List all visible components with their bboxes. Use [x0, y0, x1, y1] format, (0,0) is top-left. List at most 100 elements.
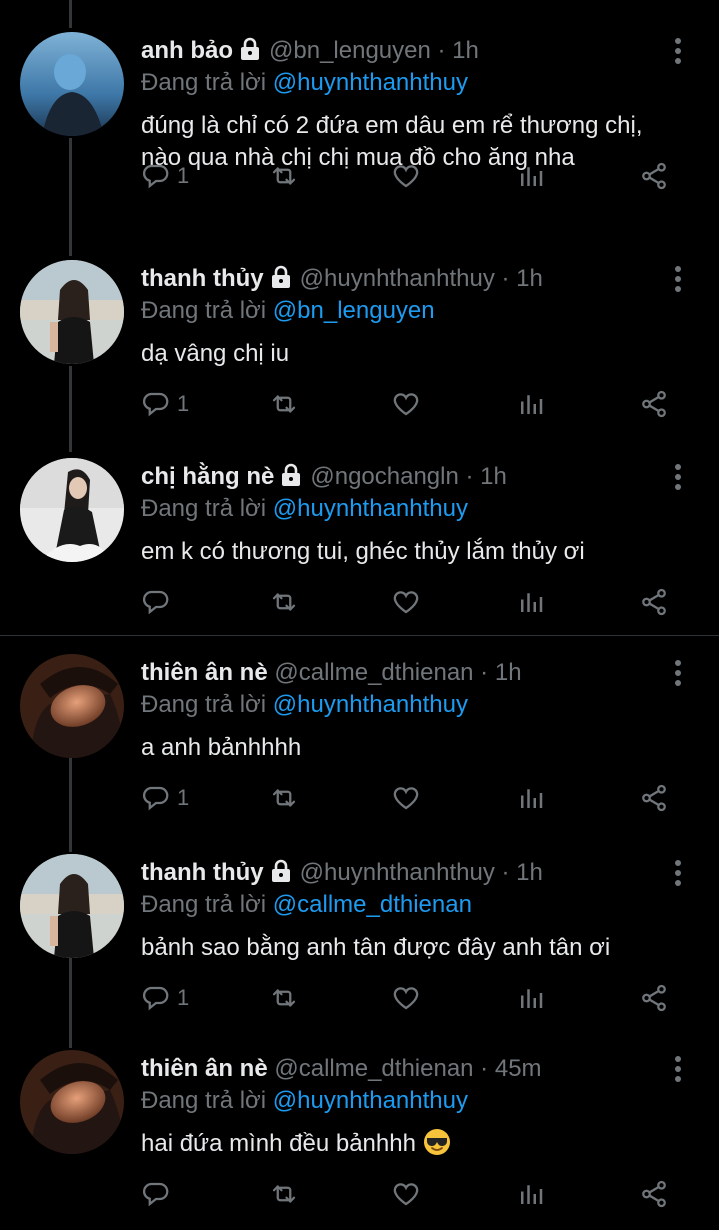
action-bar: 1 [141, 386, 681, 422]
more-options-icon[interactable] [666, 36, 690, 66]
share-button[interactable] [639, 1176, 669, 1212]
analytics-button[interactable] [516, 780, 546, 816]
mention-link[interactable]: @callme_dthienan [273, 891, 472, 918]
replying-to: Đang trả lời @huynhthanhthuy [141, 690, 468, 720]
display-name[interactable]: thanh thủy [141, 265, 264, 292]
reply-tweet[interactable]: thanh thủy @huynhthanhthuy · 1h Đang trả … [0, 822, 719, 1019]
more-options-icon[interactable] [666, 1054, 690, 1084]
timestamp[interactable]: 1h [452, 37, 479, 64]
reply-button[interactable]: 1 [141, 386, 189, 422]
replying-label: Đang trả lời [141, 891, 267, 918]
retweet-icon [269, 587, 299, 617]
lock-icon [270, 859, 292, 891]
like-button[interactable] [391, 780, 421, 816]
reply-count: 1 [177, 785, 190, 810]
like-button[interactable] [391, 158, 421, 194]
timestamp[interactable]: 1h [495, 659, 522, 686]
reply-tweet[interactable]: thiên ân nè @callme_dthienan · 45m Đang … [0, 1018, 719, 1215]
display-name[interactable]: thanh thủy [141, 859, 264, 886]
reply-tweet[interactable]: thiên ân nè @callme_dthienan · 1h Đang t… [0, 622, 719, 819]
more-options-icon[interactable] [666, 264, 690, 294]
like-button[interactable] [391, 980, 421, 1016]
replying-label: Đang trả lời [141, 691, 267, 718]
reply-button[interactable]: 1 [141, 780, 189, 816]
timestamp[interactable]: 1h [516, 859, 543, 886]
retweet-button[interactable] [269, 1176, 299, 1212]
reply-button[interactable] [141, 584, 177, 620]
mention-link[interactable]: @huynhthanhthuy [273, 69, 468, 96]
user-handle[interactable]: @callme_dthienan [274, 659, 473, 686]
heart-icon [391, 587, 421, 617]
retweet-button[interactable] [269, 158, 299, 194]
retweet-button[interactable] [269, 584, 299, 620]
avatar[interactable] [20, 1050, 124, 1154]
mention-link[interactable]: @huynhthanhthuy [273, 1087, 468, 1114]
heart-icon [391, 389, 421, 419]
display-name[interactable]: thiên ân nè [141, 1055, 268, 1082]
share-button[interactable] [639, 386, 669, 422]
retweet-button[interactable] [269, 980, 299, 1016]
action-bar [141, 1176, 681, 1212]
more-options-icon[interactable] [666, 858, 690, 888]
timestamp[interactable]: 1h [480, 463, 507, 490]
reply-tweet[interactable]: thanh thủy @huynhthanhthuy · 1h Đang trả … [0, 228, 719, 425]
analytics-button[interactable] [516, 1176, 546, 1212]
mention-link[interactable]: @huynhthanhthuy [273, 495, 468, 522]
mention-link[interactable]: @huynhthanhthuy [273, 691, 468, 718]
separator-dot: · [473, 1055, 495, 1082]
display-name[interactable]: thiên ân nè [141, 659, 268, 686]
display-name[interactable]: anh bảo [141, 37, 233, 64]
replying-to: Đang trả lời @bn_lenguyen [141, 296, 435, 326]
reply-button[interactable] [141, 1176, 177, 1212]
reply-button[interactable]: 1 [141, 980, 189, 1016]
avatar[interactable] [20, 260, 124, 364]
share-button[interactable] [639, 158, 669, 194]
share-button[interactable] [639, 980, 669, 1016]
timestamp[interactable]: 1h [516, 265, 543, 292]
reply-tweet[interactable]: anh bảo @bn_lenguyen · 1h Đang trả lời @h… [0, 0, 719, 197]
user-handle[interactable]: @bn_lenguyen [269, 37, 431, 64]
like-button[interactable] [391, 584, 421, 620]
share-button[interactable] [639, 780, 669, 816]
more-options-icon[interactable] [666, 462, 690, 492]
retweet-button[interactable] [269, 386, 299, 422]
avatar[interactable] [20, 458, 124, 562]
user-handle[interactable]: @huynhthanhthuy [300, 265, 495, 292]
avatar[interactable] [20, 854, 124, 958]
like-button[interactable] [391, 1176, 421, 1212]
like-button[interactable] [391, 386, 421, 422]
more-options-icon[interactable] [666, 658, 690, 688]
avatar[interactable] [20, 654, 124, 758]
replying-label: Đang trả lời [141, 297, 267, 324]
reply-button[interactable]: 1 [141, 158, 189, 194]
reply-tweet[interactable]: chị hằng nè @ngochangln · 1h Đang trả lời… [0, 426, 719, 623]
reply-icon [141, 389, 171, 419]
replying-label: Đang trả lời [141, 495, 267, 522]
analytics-button[interactable] [516, 386, 546, 422]
heart-icon [391, 783, 421, 813]
lock-icon [270, 265, 292, 297]
replying-to: Đang trả lời @callme_dthienan [141, 890, 472, 920]
display-name[interactable]: chị hằng nè [141, 463, 274, 490]
user-handle[interactable]: @ngochangln [310, 463, 458, 490]
bar-chart-icon [516, 783, 546, 813]
user-handle[interactable]: @huynhthanhthuy [300, 859, 495, 886]
reply-icon [141, 783, 171, 813]
reply-count: 1 [177, 163, 190, 188]
mention-link[interactable]: @bn_lenguyen [273, 297, 435, 324]
replying-label: Đang trả lời [141, 1087, 267, 1114]
share-icon [639, 983, 669, 1013]
analytics-button[interactable] [516, 980, 546, 1016]
share-button[interactable] [639, 584, 669, 620]
analytics-button[interactable] [516, 158, 546, 194]
retweet-button[interactable] [269, 780, 299, 816]
tweet-text: a anh bảnhhhh [141, 732, 701, 764]
retweet-icon [269, 783, 299, 813]
bar-chart-icon [516, 587, 546, 617]
analytics-button[interactable] [516, 584, 546, 620]
tweet-text: bảnh sao bằng anh tân được đây anh tân ơ… [141, 932, 701, 964]
separator-dot: · [430, 37, 453, 64]
timestamp[interactable]: 45m [495, 1055, 542, 1082]
user-handle[interactable]: @callme_dthienan [274, 1055, 473, 1082]
avatar[interactable] [20, 32, 124, 136]
